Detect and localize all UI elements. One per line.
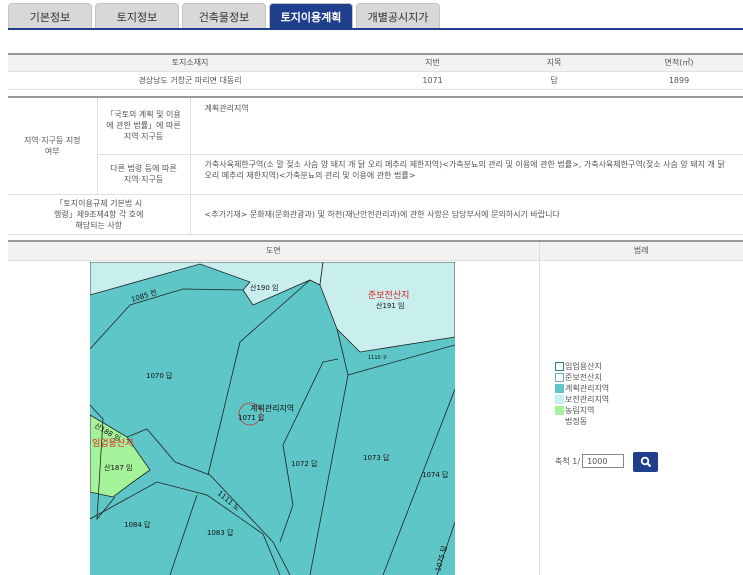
other-law-label: 다른 법령 등에 따른 지역·지구등	[97, 154, 191, 195]
table-header-row: 토지소재지 지번 지목 면적(㎡)	[8, 54, 743, 72]
national-law-label: 「국토의 계획 및 이용에 관한 법률」에 따른 지역·지구등	[97, 97, 191, 155]
legend-swatch	[555, 384, 564, 393]
other-law-value: 가축사육제한구역(소 말 젖소 사슴 양 돼지 개 닭 오리 메추리 제한지역)…	[190, 154, 743, 195]
map-label: 1071 답	[238, 413, 265, 422]
legend-extra: 법정동	[565, 417, 588, 426]
legend-label: 계획관리지역	[565, 384, 610, 393]
tab-building-info[interactable]: 건축물정보	[182, 3, 266, 29]
table-row: 경상남도 거창군 마리면 대동리 1071 답 1899	[8, 71, 743, 90]
tab-basic-info[interactable]: 기본정보	[8, 3, 92, 29]
tab-bar: 기본정보 토지정보 건축물정보 토지이용계획 개별공시지가	[8, 3, 440, 29]
legend-item: 계획관리지역	[555, 383, 609, 394]
area-value: 1899	[615, 71, 743, 90]
legend-item: 농림지역	[555, 405, 609, 416]
tab-official-land-price[interactable]: 개별공시지가	[356, 3, 440, 29]
national-law-value: 계획관리지역	[190, 97, 743, 155]
location-value: 경상남도 거창군 마리면 대동리	[8, 71, 372, 90]
divider	[539, 260, 540, 575]
map-zone-label: 계획관리지역	[250, 403, 294, 413]
map-label: 산191 임	[376, 301, 404, 310]
article-value: <추가기재> 문화재(문화관광과) 및 하천(재난안전관리과)에 관한 사항은 …	[190, 194, 743, 235]
scale-label: 축척 1/	[555, 456, 581, 466]
map-zone-label: 준보전산지	[368, 290, 409, 301]
map-label: 1073 답	[363, 453, 390, 462]
legend-label: 준보전산지	[565, 373, 602, 382]
search-button[interactable]	[633, 452, 658, 472]
map-label: 1110 구	[368, 355, 387, 361]
zoning-table: 지역·지구등 지정여부 「국토의 계획 및 이용에 관한 법률」에 따른 지역·…	[8, 96, 743, 235]
legend: 임업용산지 준보전산지 계획관리지역 보전관리지역 농림지역 법정동	[555, 361, 609, 427]
legend-label: 임업용산지	[565, 362, 602, 371]
legend-label: 보전관리지역	[565, 395, 610, 404]
legend-item: 보전관리지역	[555, 394, 609, 405]
map-label: 산187 임	[104, 463, 132, 472]
map-table: 도면 범례	[8, 240, 743, 261]
header-land-category: 지목	[493, 54, 615, 72]
map-zone-label: 임업용산지	[92, 437, 133, 449]
header-area: 면적(㎡)	[615, 54, 743, 72]
scale-control: 축척 1/	[555, 454, 625, 468]
legend-swatch	[555, 406, 564, 415]
article-label: 「토지이용규제 기본법 시행령」제9조제4항 각 호에 해당되는 사항	[8, 194, 191, 235]
map-label: 산190 임	[250, 283, 278, 292]
tab-land-info[interactable]: 토지정보	[95, 3, 179, 29]
map-label: 1084 답	[124, 520, 151, 529]
land-category-value: 답	[493, 71, 615, 90]
legend-swatch	[555, 395, 564, 404]
header-lot-number: 지번	[372, 54, 493, 72]
legend-item: 임업용산지	[555, 361, 609, 372]
legend-item: 준보전산지	[555, 372, 609, 383]
legend-swatch	[555, 373, 564, 382]
legend-swatch	[555, 362, 564, 371]
map-label: 1074 답	[422, 470, 449, 479]
map-label: 1072 답	[291, 459, 318, 468]
legend-header: 범례	[539, 241, 743, 261]
tab-land-use-plan[interactable]: 토지이용계획	[269, 3, 353, 29]
map-header: 도면	[8, 241, 540, 261]
map-label: 1083 답	[207, 528, 234, 537]
header-location: 토지소재지	[8, 54, 372, 72]
cadastral-map[interactable]: 1085 전 산190 임 준보전산지 산191 임 1110 구 1070 답…	[90, 262, 455, 575]
search-icon	[640, 456, 651, 468]
tab-underline	[8, 28, 743, 30]
map-label: 1070 답	[146, 371, 173, 380]
scale-input[interactable]	[582, 454, 625, 468]
parcel-table: 토지소재지 지번 지목 면적(㎡) 경상남도 거창군 마리면 대동리 1071 …	[8, 53, 743, 90]
lot-number-value: 1071	[372, 71, 493, 90]
zoning-group-label: 지역·지구등 지정여부	[8, 97, 98, 195]
legend-label: 농림지역	[565, 406, 595, 415]
